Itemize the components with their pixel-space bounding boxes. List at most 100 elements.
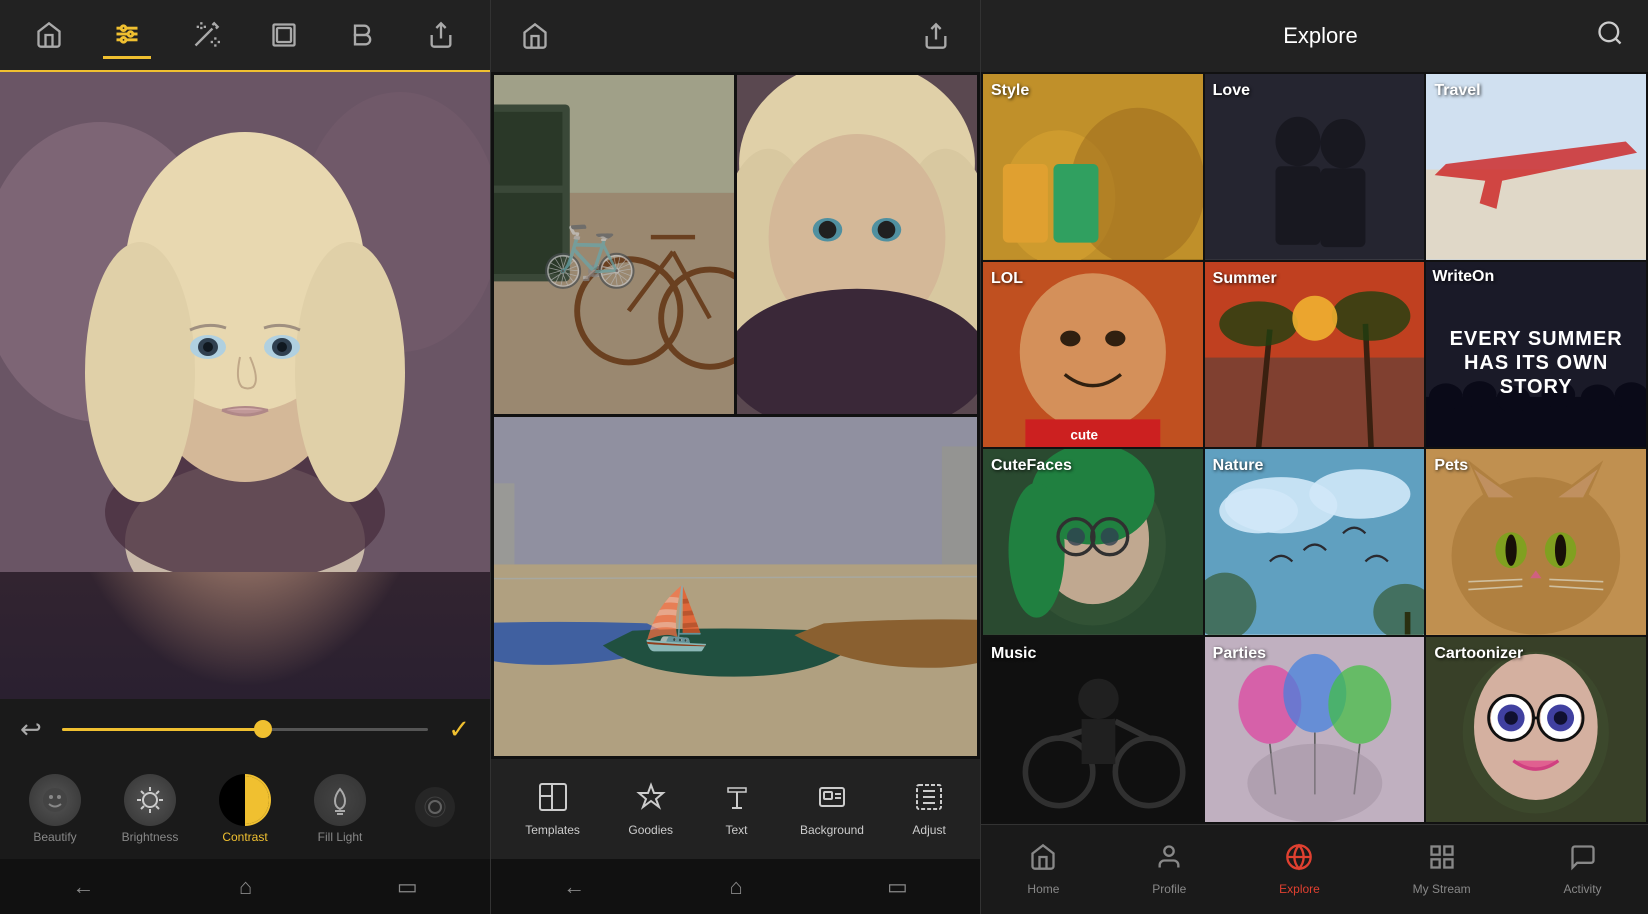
parties-label: Parties xyxy=(1213,645,1266,663)
templates-tab[interactable]: Templates xyxy=(525,782,580,837)
bike-photo-cell xyxy=(494,75,734,414)
frame-icon[interactable] xyxy=(260,11,308,59)
category-summer[interactable]: Summer xyxy=(1205,262,1425,448)
category-nature[interactable]: Nature xyxy=(1205,449,1425,635)
background-icon xyxy=(817,782,847,819)
nav-profile[interactable]: Profile xyxy=(1136,835,1202,904)
slider-fill xyxy=(62,728,264,731)
text-tab-icon xyxy=(722,782,752,819)
category-love[interactable]: Love xyxy=(1205,74,1425,260)
recents-icon-left[interactable]: ▭ xyxy=(397,874,418,900)
activity-nav-icon xyxy=(1569,843,1597,878)
love-label: Love xyxy=(1213,82,1250,100)
nav-mystream[interactable]: My Stream xyxy=(1397,835,1487,904)
right-panel: Explore Style xyxy=(980,0,1648,914)
magic-wand-icon[interactable] xyxy=(182,11,230,59)
category-cartoonizer[interactable]: Cartoonizer xyxy=(1426,637,1646,823)
slider-thumb[interactable] xyxy=(254,720,272,738)
middle-bottom-tabs: Templates Goodies Text xyxy=(491,759,980,859)
confirm-button[interactable]: ✓ xyxy=(448,714,470,745)
background-tab[interactable]: Background xyxy=(800,782,864,837)
adjust-tab[interactable]: Adjust xyxy=(912,782,945,837)
category-lol[interactable]: cute LOL xyxy=(983,262,1203,448)
writeon-overlay-text: EVERY SUMMER HAS ITS OWN STORY xyxy=(1432,286,1640,442)
svg-text:cute: cute xyxy=(1070,427,1098,442)
middle-nav-bar: ← ⌂ ▭ xyxy=(491,859,980,914)
nav-home[interactable]: Home xyxy=(1011,835,1075,904)
goodies-label: Goodies xyxy=(628,823,673,837)
home-nav-label: Home xyxy=(1027,882,1059,896)
category-music[interactable]: Music xyxy=(983,637,1203,823)
nav-activity[interactable]: Activity xyxy=(1548,835,1618,904)
left-nav-bar: ← ⌂ ▭ xyxy=(0,859,490,914)
category-writeon[interactable]: WriteOn EVERY SUMMER HAS ITS OWN STORY xyxy=(1426,262,1646,448)
cartoonizer-label: Cartoonizer xyxy=(1434,645,1523,663)
controls-row: ↩ ✓ xyxy=(0,699,490,759)
explore-grid: Style Love xyxy=(981,72,1648,824)
cutefaces-label: CuteFaces xyxy=(991,457,1072,475)
text-label: Text xyxy=(725,823,747,837)
adjust-label: Adjust xyxy=(912,823,945,837)
nav-explore[interactable]: Explore xyxy=(1263,835,1336,904)
boats-photo-cell xyxy=(494,417,977,756)
home-icon[interactable] xyxy=(25,11,73,59)
back-icon-left[interactable]: ← xyxy=(72,874,94,900)
undo-button[interactable]: ↩ xyxy=(20,714,42,745)
music-label: Music xyxy=(991,645,1036,663)
activity-nav-label: Activity xyxy=(1564,882,1602,896)
filllight-icon xyxy=(314,774,366,826)
right-bottom-nav: Home Profile Explore xyxy=(981,824,1648,914)
contrast-label: Contrast xyxy=(222,830,267,844)
style-label: Style xyxy=(991,82,1029,100)
mystream-nav-icon xyxy=(1428,843,1456,878)
beautify-tool[interactable]: Beautify xyxy=(10,766,100,852)
brightness-tool[interactable]: Brightness xyxy=(105,766,195,852)
templates-icon xyxy=(538,782,568,819)
brightness-icon xyxy=(124,774,176,826)
explore-nav-label: Explore xyxy=(1279,882,1320,896)
home-nav-icon-mid[interactable]: ⌂ xyxy=(729,874,742,900)
back-icon-mid[interactable]: ← xyxy=(563,874,585,900)
summer-label: Summer xyxy=(1213,270,1277,288)
share-icon-mid[interactable] xyxy=(912,12,960,60)
explore-nav-icon xyxy=(1285,843,1313,878)
grid-top-row xyxy=(494,75,977,414)
filllight-label: Fill Light xyxy=(318,830,363,844)
softglow-tool[interactable] xyxy=(390,779,480,839)
bold-b-icon[interactable] xyxy=(338,11,386,59)
goodies-tab[interactable]: Goodies xyxy=(628,782,673,837)
category-travel[interactable]: Travel xyxy=(1426,74,1646,260)
portrait-image xyxy=(0,72,490,699)
middle-top-toolbar xyxy=(491,0,980,72)
explore-title: Explore xyxy=(1045,23,1596,49)
nature-label: Nature xyxy=(1213,457,1264,475)
contrast-icon xyxy=(219,774,271,826)
sliders-icon[interactable] xyxy=(103,11,151,59)
left-panel: ↩ ✓ Beautify xyxy=(0,0,490,914)
home-icon-mid[interactable] xyxy=(511,12,559,60)
brightness-label: Brightness xyxy=(122,830,179,844)
explore-search-button[interactable] xyxy=(1596,19,1624,54)
explore-header: Explore xyxy=(981,0,1648,72)
beautify-icon xyxy=(29,774,81,826)
middle-panel: Templates Goodies Text xyxy=(490,0,980,914)
category-parties[interactable]: Parties xyxy=(1205,637,1425,823)
templates-label: Templates xyxy=(525,823,580,837)
photo-grid xyxy=(491,72,980,759)
text-tab[interactable]: Text xyxy=(722,782,752,837)
category-style[interactable]: Style xyxy=(983,74,1203,260)
pets-label: Pets xyxy=(1434,457,1468,475)
goodies-icon xyxy=(636,782,666,819)
home-nav-icon xyxy=(1029,843,1057,878)
background-label: Background xyxy=(800,823,864,837)
contrast-tool[interactable]: Contrast xyxy=(200,766,290,852)
category-pets[interactable]: Pets xyxy=(1426,449,1646,635)
brightness-slider[interactable] xyxy=(62,719,428,739)
category-cutefaces[interactable]: CuteFaces xyxy=(983,449,1203,635)
home-nav-icon-left[interactable]: ⌂ xyxy=(239,874,252,900)
slider-track xyxy=(62,728,428,731)
filllight-tool[interactable]: Fill Light xyxy=(295,766,385,852)
recents-icon-mid[interactable]: ▭ xyxy=(887,874,908,900)
left-photo-area xyxy=(0,72,490,699)
share-icon-left[interactable] xyxy=(417,11,465,59)
